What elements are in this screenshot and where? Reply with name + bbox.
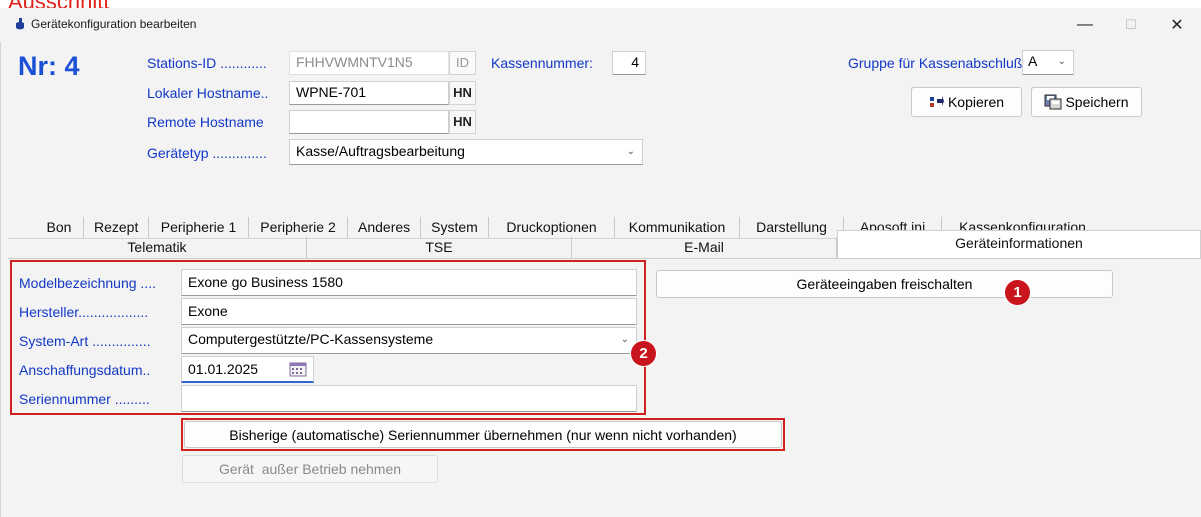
kassennummer-label: Kassennummer: <box>491 55 593 71</box>
system-type-value: Computergestützte/PC-Kassensysteme <box>188 331 434 347</box>
local-host-suffix-button[interactable]: HN <box>449 81 476 105</box>
tab-peripherie-2[interactable]: Peripherie 2 <box>249 217 348 239</box>
remote-host-label: Remote Hostname <box>147 114 264 130</box>
system-type-select[interactable]: Computergestützte/PC-Kassensysteme ⌄ <box>181 327 637 354</box>
copy-icon <box>929 96 944 107</box>
annotation-badge-2: 2 <box>630 340 657 367</box>
decommission-button[interactable]: Gerät außer Betrieb nehmen <box>182 455 438 483</box>
remote-host-suffix-button[interactable]: HN <box>449 110 476 134</box>
manufacturer-field[interactable]: Exone <box>181 298 637 325</box>
chevron-down-icon: ⌄ <box>620 334 629 345</box>
unlock-inputs-button[interactable]: Geräteeingaben freischalten <box>656 270 1113 298</box>
serial-label: Seriennummer ......... <box>19 391 150 407</box>
station-id-field: FHHVWMNTV1N5 <box>289 51 449 75</box>
station-id-label: Stations-ID ............ <box>147 55 267 71</box>
calendar-icon[interactable] <box>289 361 307 377</box>
device-type-label: Gerätetyp .............. <box>147 145 267 161</box>
tab-geraeteinformationen[interactable]: Geräteinformationen <box>837 230 1201 258</box>
minimize-button[interactable]: — <box>1062 10 1108 40</box>
tab-rezept[interactable]: Rezept <box>84 217 149 239</box>
system-type-label: System-Art ............... <box>19 333 151 349</box>
remote-host-field[interactable] <box>289 110 449 134</box>
model-label: Modelbezeichnung .... <box>19 275 156 291</box>
window-title: Gerätekonfiguration bearbeiten <box>31 17 197 31</box>
model-field[interactable]: Exone go Business 1580 <box>181 269 637 296</box>
tab-system[interactable]: System <box>421 217 489 239</box>
tab-peripherie-1[interactable]: Peripherie 1 <box>149 217 249 239</box>
local-host-label: Lokaler Hostname.. <box>147 85 269 101</box>
adopt-serial-button[interactable]: Bisherige (automatische) Seriennummer üb… <box>184 421 782 448</box>
close-button[interactable]: ✕ <box>1154 10 1200 40</box>
chevron-down-icon: ⌄ <box>1057 56 1066 67</box>
manufacturer-label: Hersteller.................. <box>19 304 149 320</box>
device-number: Nr: 4 <box>18 51 80 81</box>
app-icon <box>16 18 24 30</box>
tab-kommunikation[interactable]: Kommunikation <box>615 217 740 239</box>
tab-e-mail[interactable]: E-Mail <box>572 237 837 259</box>
maximize-button[interactable]: ☐ <box>1108 10 1154 40</box>
tab-darstellung[interactable]: Darstellung <box>740 217 844 239</box>
device-type-value: Kasse/Auftragsbearbeitung <box>296 143 465 159</box>
save-button-label: Speichern <box>1065 94 1129 110</box>
purchase-date-value: 01.01.2025 <box>188 361 259 377</box>
save-button[interactable]: Speichern <box>1031 87 1142 117</box>
copy-button[interactable]: Kopieren <box>911 87 1022 117</box>
annotation-badge-1: 1 <box>1004 279 1031 306</box>
group-select[interactable]: A ⌄ <box>1022 50 1074 75</box>
tab-telematik[interactable]: Telematik <box>8 237 307 259</box>
chevron-down-icon: ⌄ <box>626 146 635 157</box>
group-label: Gruppe für Kassenabschluß: <box>848 55 1027 71</box>
tab-anderes[interactable]: Anderes <box>348 217 421 239</box>
serial-field[interactable] <box>181 385 637 412</box>
copy-button-label: Kopieren <box>947 94 1005 110</box>
save-icon <box>1044 94 1062 110</box>
tab-druckoptionen[interactable]: Druckoptionen <box>489 217 615 239</box>
kassennummer-field[interactable]: 4 <box>612 51 646 75</box>
station-id-suffix: ID <box>449 51 476 75</box>
local-host-field[interactable]: WPNE-701 <box>289 81 449 105</box>
device-type-select[interactable]: Kasse/Auftragsbearbeitung ⌄ <box>289 139 643 165</box>
tab-bon[interactable]: Bon <box>35 217 84 239</box>
tab-tse[interactable]: TSE <box>307 237 572 259</box>
group-value: A <box>1028 53 1038 69</box>
purchase-date-label: Anschaffungsdatum.. <box>19 362 151 378</box>
